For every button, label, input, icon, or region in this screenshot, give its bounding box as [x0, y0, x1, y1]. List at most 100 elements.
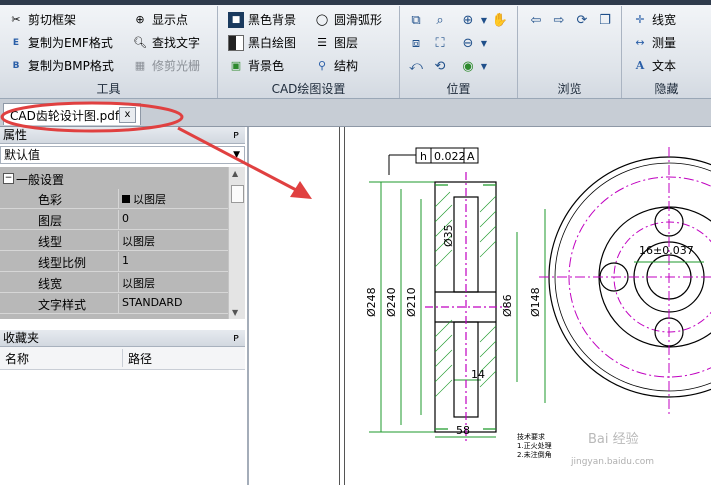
style-preset-select[interactable]: 默认值 ▼: [0, 146, 245, 164]
column-divider: [118, 189, 119, 208]
dim-label: Ø248: [365, 287, 378, 317]
chevron-down-icon[interactable]: ▼: [233, 147, 240, 163]
lineweight-button[interactable]: ✛ 线宽: [632, 10, 676, 30]
show-points-button[interactable]: ⊕ 显示点: [132, 10, 188, 30]
column-divider: [118, 231, 119, 250]
scroll-down-icon[interactable]: ▼: [232, 308, 238, 317]
scissors-icon: ✂: [11, 13, 21, 26]
arrow-left-icon[interactable]: ⇦: [526, 10, 546, 30]
close-tab-icon[interactable]: x: [119, 107, 136, 123]
find-text-label: 查找文字: [152, 36, 201, 50]
pan-hand-icon[interactable]: ✋: [490, 10, 510, 30]
column-header-path[interactable]: 路径: [128, 350, 152, 367]
structure-label: 结构: [334, 59, 359, 73]
zoom-out-dropdown-icon[interactable]: ▼: [474, 33, 494, 53]
gear-front-view: [539, 147, 711, 417]
property-row-linetype[interactable]: 线型 以图层: [0, 231, 229, 251]
zoom-window-icon[interactable]: ⌕: [430, 10, 450, 30]
property-row-layer[interactable]: 图层 0: [0, 210, 229, 230]
fit-page-icon[interactable]: ⧉: [406, 10, 426, 30]
cad-settings-group: ■ 黑色背景 黑白绘图 ▣ 背景色 ◯ 圆滑弧形 ☰ 图层 ⚲ 结构 CAD绘图…: [218, 6, 400, 98]
property-value: 1: [122, 254, 129, 267]
black-background-icon: ■: [228, 12, 244, 28]
column-header-name[interactable]: 名称: [5, 350, 29, 367]
property-value: STANDARD: [122, 296, 183, 309]
pin-icon[interactable]: ᴘ: [233, 330, 239, 346]
crosshair-icon: ⊕: [135, 13, 145, 26]
black-white-drawing-button[interactable]: 黑白绘图: [228, 33, 296, 53]
property-row-color[interactable]: 色彩 以图层: [0, 189, 229, 209]
property-key: 线型: [38, 235, 63, 249]
structure-button[interactable]: ⚲ 结构: [314, 56, 358, 76]
copy-view-icon[interactable]: ❐: [595, 10, 615, 30]
layers-label: 图层: [334, 36, 359, 50]
column-divider: [118, 273, 119, 292]
browse-group-title: 浏览: [557, 82, 582, 96]
find-text-button[interactable]: 🔍︎ 查找文字: [132, 33, 200, 53]
black-background-button[interactable]: ■ 黑色背景: [228, 10, 296, 30]
layers-button[interactable]: ☰ 图层: [314, 33, 358, 53]
category-general-settings[interactable]: − 一般设置: [0, 169, 229, 189]
zoom-realtime-icon[interactable]: ⟲: [430, 56, 450, 76]
property-key: 文字样式: [38, 298, 87, 312]
tolerance-value: 0.022: [434, 150, 466, 163]
property-row-linetype-scale[interactable]: 线型比例 1: [0, 252, 229, 272]
property-value: 以图层: [122, 235, 155, 248]
style-preset-value: 默认值: [4, 148, 41, 162]
left-panel: 属性 ᴘ 默认值 ▼ − 一般设置 色彩 以图层 图层 0 线型 以图层 线型比…: [0, 127, 249, 485]
copy-emf-label: 复制为EMF格式: [28, 36, 113, 50]
scrollbar-thumb[interactable]: [231, 185, 244, 203]
hide-group: ✛ 线宽 ↔ 测量 A 文本 隐藏: [622, 6, 711, 98]
color-swatch-icon: [122, 195, 130, 203]
pin-icon[interactable]: ᴘ: [233, 127, 239, 143]
rotate-view-icon[interactable]: ⟳: [572, 10, 592, 30]
view-dropdown-icon[interactable]: ▼: [474, 56, 494, 76]
arrow-right-icon[interactable]: ⇨: [549, 10, 569, 30]
position-group: ⧉ ⌕ ⊕ ▼ ✋ ⧈ ⛶ ⊖ ▼ ⤺ ⟲ ◉ ▼ 位置: [400, 6, 518, 98]
ruler-icon: ↔: [635, 36, 645, 49]
document-tab[interactable]: CAD齿轮设计图.pdf x: [3, 103, 141, 125]
measure-label: 测量: [652, 36, 677, 50]
tolerance-datum: A: [467, 150, 475, 163]
smooth-arc-button[interactable]: ◯ 圆滑弧形: [314, 10, 382, 30]
scroll-up-icon[interactable]: ▲: [232, 169, 238, 178]
drawing-canvas[interactable]: h 0.022 A Ø248 Ø240 Ø210 Ø35 Ø86 Ø148 14…: [249, 127, 711, 485]
black-background-label: 黑色背景: [248, 13, 297, 27]
text-button[interactable]: A 文本: [632, 56, 676, 76]
column-divider: [118, 210, 119, 229]
property-key: 线宽: [38, 277, 63, 291]
document-tab-label: CAD齿轮设计图.pdf: [10, 109, 120, 123]
property-grid: − 一般设置 色彩 以图层 图层 0 线型 以图层 线型比例 1 线宽 以图层: [0, 167, 245, 319]
copy-emf-button[interactable]: E 复制为EMF格式: [8, 33, 113, 53]
properties-header: 属性 ᴘ: [0, 127, 245, 144]
cut-frame-label: 剪切框架: [28, 13, 77, 27]
smooth-arc-icon: ◯: [315, 13, 329, 26]
dim-label: 14: [471, 368, 485, 381]
dimension-labels: Ø248 Ø240 Ø210 Ø35 Ø86 Ø148 14 58 16±0.0…: [365, 224, 694, 437]
search-icon: 🔍︎: [133, 36, 147, 49]
show-points-label: 显示点: [152, 13, 189, 27]
ribbon-top-bar: [0, 0, 711, 5]
collapse-toggle-icon[interactable]: −: [3, 173, 14, 184]
property-row-lineweight[interactable]: 线宽 以图层: [0, 273, 229, 293]
trim-raster-icon: ▦: [134, 59, 146, 72]
background-color-icon: ▣: [230, 59, 242, 72]
cut-frame-button[interactable]: ✂ 剪切框架: [8, 10, 76, 30]
trim-raster-button[interactable]: ▦ 修剪光栅: [132, 56, 200, 76]
black-white-icon: [228, 35, 244, 51]
technical-notes: 技术要求 1.正火处理 2.未注倒角: [517, 432, 552, 459]
property-key: 线型比例: [38, 256, 87, 270]
zoom-previous-icon[interactable]: ⤺: [406, 56, 426, 76]
property-grid-scrollbar[interactable]: ▲ ▼: [228, 167, 245, 319]
background-color-button[interactable]: ▣ 背景色: [228, 56, 284, 76]
position-group-title: 位置: [446, 82, 471, 96]
fit-extents-icon[interactable]: ⛶: [430, 33, 450, 53]
property-row-text-style[interactable]: 文字样式 STANDARD: [0, 294, 229, 314]
copy-bmp-button[interactable]: B 复制为BMP格式: [8, 56, 114, 76]
cad-settings-group-title: CAD绘图设置: [271, 82, 346, 96]
fit-width-icon[interactable]: ⧈: [406, 33, 426, 53]
measure-button[interactable]: ↔ 测量: [632, 33, 676, 53]
tolerance-symbol: h: [420, 150, 427, 163]
text-icon: A: [635, 59, 645, 72]
dim-label: Ø210: [405, 287, 418, 317]
